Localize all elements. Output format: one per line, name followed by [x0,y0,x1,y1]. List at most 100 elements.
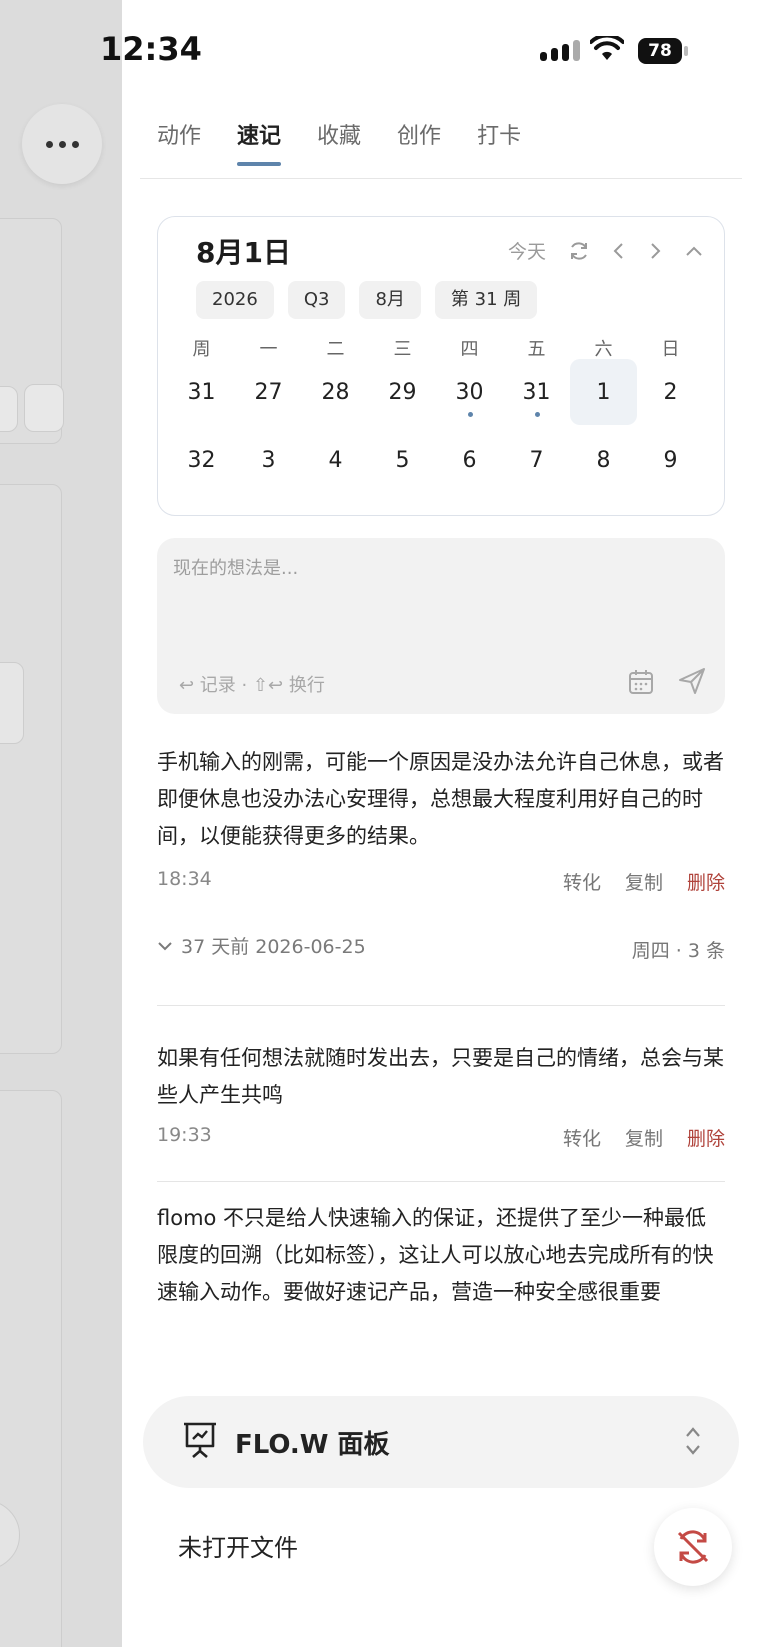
presentation-board-icon [184,1422,216,1458]
calendar-day[interactable]: 7 [503,427,570,493]
calendar-day-selected[interactable]: 1 [570,359,637,425]
day-label: 28 [321,379,350,405]
background-card [0,484,62,1054]
calendar-day[interactable]: 2 [637,359,704,425]
calendar-day[interactable]: 3 [235,427,302,493]
weekday-label: 二 [326,339,345,360]
copy-button[interactable]: 复制 [625,868,663,895]
day-label: 2 [663,379,678,405]
week-number-label: 32 [187,447,216,473]
sync-off-button[interactable] [654,1508,732,1586]
calendar-day[interactable]: 9 [637,427,704,493]
background-card [0,1090,62,1647]
chevron-right-icon[interactable] [648,241,662,261]
calendar-day[interactable]: 29 [369,359,436,425]
calendar-day[interactable]: 5 [369,427,436,493]
note-indicator-dot [534,412,540,417]
day-label: 6 [462,447,477,473]
more-button[interactable] [22,104,102,184]
divider [157,1181,725,1182]
day-label: 5 [395,447,410,473]
tab-favorites[interactable]: 收藏 [317,118,361,162]
composer-hint: ↩ 记录 · ⇧↩ 换行 [179,675,325,696]
chevron-up-icon[interactable] [684,244,704,258]
week-number-label: 31 [187,379,216,405]
day-label: 7 [529,447,544,473]
flow-panel-bar[interactable]: FLO.W 面板 [143,1396,739,1488]
year-chip[interactable]: 2026 [196,281,274,319]
calendar-day[interactable]: 4 [302,427,369,493]
weekday-label: 五 [527,339,546,360]
background-field [0,662,24,744]
week-chip[interactable]: 第 31 周 [434,281,538,319]
calendar-day[interactable]: 27 [235,359,302,425]
day-label: 3 [261,447,276,473]
tab-checkin[interactable]: 打卡 [477,118,521,162]
week-number: 32 [168,427,235,493]
battery-indicator: 78 [638,38,682,64]
tab-divider [140,178,742,179]
day-label: 27 [254,379,283,405]
tab-create[interactable]: 创作 [397,118,441,162]
day-label: 29 [388,379,417,405]
calendar-day[interactable]: 31 [503,359,570,425]
month-chip[interactable]: 8月 [359,281,421,319]
weekday-label: 日 [661,339,680,360]
convert-button[interactable]: 转化 [563,1124,601,1151]
day-label: 9 [663,447,678,473]
calendar-icon[interactable] [627,668,655,696]
week-number: 31 [168,359,235,425]
tab-actions[interactable]: 动作 [157,118,201,162]
date-group-toggle[interactable]: 37 天前 2026-06-25 [157,932,366,959]
weekday-label: 周 [192,339,211,360]
day-label: 8 [596,447,611,473]
delete-button[interactable]: 删除 [687,1124,725,1151]
calendar-title: 8月1日 [196,236,291,269]
calendar-toolbar: 今天 [508,237,704,264]
note-content: 如果有任何想法就随时发出去，只要是自己的情绪，总会与某些人产生共鸣 [157,1046,724,1107]
background-chip [0,386,18,432]
background-chip [24,384,64,432]
weekday-label: 四 [460,339,479,360]
calendar-week-row: 31 27 28 29 30 31 1 2 [168,359,704,425]
sync-disabled-icon [677,1530,709,1564]
divider [157,1005,725,1006]
note-input[interactable] [173,554,703,644]
calendar-week-row: 32 3 4 5 6 7 8 9 [168,427,704,493]
background-app-strip [0,0,122,1647]
flow-panel-title: FLO.W 面板 [235,1430,390,1460]
calendar-card: 8月1日 今天 2026 Q3 8月 第 31 周 周 一 二 三 四 五 六 … [157,216,725,516]
note-actions: 转化 复制 删除 [563,1124,725,1151]
today-button[interactable]: 今天 [508,237,546,264]
tab-quick-notes[interactable]: 速记 [237,118,282,166]
day-label: 31 [522,379,551,405]
chevron-up-down-icon [686,1427,700,1455]
weekday-header: 周 一 二 三 四 五 六 日 [168,335,704,361]
delete-button[interactable]: 删除 [687,868,725,895]
calendar-day[interactable]: 8 [570,427,637,493]
weekday-label: 一 [259,339,278,360]
note-composer: ↩ 记录 · ⇧↩ 换行 [157,538,725,714]
note-indicator-dot [467,412,473,417]
tab-bar: 动作 速记 收藏 创作 打卡 [157,118,521,166]
copy-button[interactable]: 复制 [625,1124,663,1151]
weekday-label: 三 [393,339,412,360]
note-actions: 转化 复制 删除 [563,868,725,895]
date-group-label: 37 天前 2026-06-25 [181,936,366,958]
send-icon[interactable] [677,666,707,696]
day-label: 30 [455,379,484,405]
quarter-chip[interactable]: Q3 [287,281,346,319]
day-label: 1 [596,379,611,405]
note-content: flomo 不只是给人快速输入的保证，还提供了至少一种最低限度的回溯（比如标签）… [157,1206,714,1304]
convert-button[interactable]: 转化 [563,868,601,895]
calendar-day[interactable]: 28 [302,359,369,425]
calendar-day[interactable]: 30 [436,359,503,425]
calendar-day[interactable]: 6 [436,427,503,493]
status-bar: 12:34 78 [0,0,760,100]
chevron-left-icon[interactable] [612,241,626,261]
battery-tip [684,46,688,56]
refresh-icon[interactable] [568,240,590,262]
no-file-label: 未打开文件 [178,1534,298,1562]
weekday-label: 六 [594,339,613,360]
date-group-summary: 周四 · 3 条 [631,940,725,962]
